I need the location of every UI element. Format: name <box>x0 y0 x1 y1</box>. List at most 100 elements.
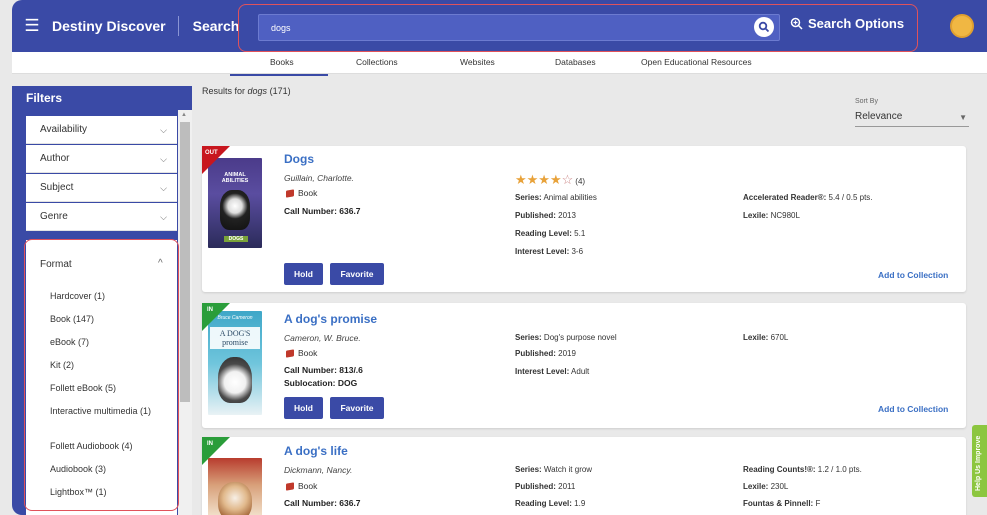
book-reading-level: Reading Level: 1.9 <box>515 499 585 508</box>
caret-down-icon: ▼ <box>959 113 967 122</box>
series-value[interactable]: Watch it grow <box>544 465 592 474</box>
book-icon <box>286 481 294 491</box>
ar-label: Accelerated Reader®: <box>743 193 827 202</box>
chevron-up-icon[interactable]: ^ <box>158 258 163 269</box>
published-label: Published: <box>515 211 556 220</box>
search-icon[interactable] <box>754 17 774 37</box>
format-option-interactive-multimedia[interactable]: Interactive multimedia (1) <box>50 406 160 417</box>
search-input[interactable]: dogs <box>258 14 780 41</box>
hold-button[interactable]: Hold <box>284 397 323 419</box>
book-icon <box>286 188 294 198</box>
series-label: Series: <box>515 333 542 342</box>
book-published: Published: 2019 <box>515 349 576 358</box>
book-reading-counts: Reading Counts!®: 1.2 / 1.0 pts. <box>743 465 862 474</box>
tab-websites[interactable]: Websites <box>460 57 495 67</box>
filter-subject[interactable]: Subject ⌵ <box>26 174 177 202</box>
format-option-hardcover[interactable]: Hardcover (1) <box>50 291 160 302</box>
dog-illustration <box>218 482 252 515</box>
hold-button[interactable]: Hold <box>284 263 323 285</box>
book-accelerated-reader: Accelerated Reader®: 5.4 / 0.5 pts. <box>743 193 873 202</box>
format-label: Book <box>298 348 318 358</box>
rating-count: (4) <box>575 177 586 186</box>
help-tab-label: Help Us Improve <box>975 435 982 491</box>
book-cover-image[interactable] <box>208 458 262 515</box>
lexile-label: Lexile: <box>743 482 769 491</box>
lexile-label: Lexile: <box>743 211 769 220</box>
book-format: Book <box>286 348 317 358</box>
search-options-button[interactable]: Search Options <box>790 16 904 31</box>
lexile-value: NC980L <box>770 211 800 220</box>
help-us-improve-tab[interactable]: Help Us Improve <box>972 425 987 497</box>
filter-label: Genre <box>40 211 68 222</box>
format-option-follett-ebook[interactable]: Follett eBook (5) <box>50 383 160 394</box>
dog-illustration <box>220 190 250 230</box>
book-title-link[interactable]: A dog's promise <box>284 312 377 326</box>
book-author[interactable]: Dickmann, Nancy. <box>284 465 352 475</box>
format-label: Book <box>298 188 318 198</box>
book-fountas-pinnell: Fountas & Pinnell: F <box>743 499 820 508</box>
add-to-collection-link[interactable]: Add to Collection <box>878 270 948 280</box>
published-label: Published: <box>515 349 556 358</box>
book-icon <box>286 348 294 358</box>
format-option-ebook[interactable]: eBook (7) <box>50 337 160 348</box>
results-count: (171) <box>269 86 291 96</box>
series-value[interactable]: Dog's purpose novel <box>544 333 617 342</box>
series-value[interactable]: Animal abilities <box>543 193 596 202</box>
tab-collections[interactable]: Collections <box>356 57 398 67</box>
interest-level-value: 3-6 <box>571 247 584 256</box>
results-prefix: Results for <box>202 86 246 96</box>
star-rating: ★★★★☆ (4) <box>515 172 586 187</box>
format-option-book[interactable]: Book (147) <box>50 314 160 325</box>
book-lexile: Lexile: NC980L <box>743 211 800 220</box>
book-author[interactable]: Guillain, Charlotte. <box>284 173 354 183</box>
zoom-search-icon <box>790 17 803 30</box>
filter-availability[interactable]: Availability ⌵ <box>26 116 177 144</box>
reading-level-value: 1.9 <box>574 499 586 508</box>
call-number: Call Number: 636.7 <box>284 498 361 508</box>
tab-books[interactable]: Books <box>270 57 294 67</box>
tab-bar: Books Collections Websites Databases Ope… <box>12 52 987 74</box>
published-label: Published: <box>515 482 556 491</box>
format-filter-header[interactable]: Format <box>40 259 72 270</box>
format-option-lightbox[interactable]: Lightbox™ (1) <box>50 487 160 498</box>
active-tab-indicator <box>230 74 328 76</box>
status-badge: OUT <box>205 150 218 156</box>
format-option-audiobook[interactable]: Audiobook (3) <box>50 464 160 475</box>
published-value: 2013 <box>558 211 576 220</box>
filter-genre[interactable]: Genre ⌵ <box>26 203 177 231</box>
brand-title[interactable]: Destiny Discover <box>52 16 179 36</box>
book-reading-level: Reading Level: 5.1 <box>515 229 585 238</box>
book-title-link[interactable]: A dog's life <box>284 444 348 458</box>
search-nav-link[interactable]: Search <box>193 18 240 34</box>
favorite-button[interactable]: Favorite <box>330 263 384 285</box>
format-label: Book <box>298 481 318 491</box>
format-option-kit[interactable]: Kit (2) <box>50 360 160 371</box>
book-author[interactable]: Cameron, W. Bruce. <box>284 333 361 343</box>
filter-label: Subject <box>40 182 74 193</box>
add-to-collection-link[interactable]: Add to Collection <box>878 404 948 414</box>
series-label: Series: <box>515 465 542 474</box>
filters-title: Filters <box>26 91 63 105</box>
sort-by-select[interactable]: Relevance ▼ <box>855 111 969 127</box>
chevron-down-icon: ⌵ <box>160 154 167 164</box>
scroll-up-icon[interactable]: ▲ <box>181 112 187 118</box>
book-format: Book <box>286 188 317 198</box>
sidebar-scroll-thumb[interactable] <box>180 122 190 402</box>
menu-icon[interactable]: ☰ <box>12 0 52 52</box>
favorite-button[interactable]: Favorite <box>330 397 384 419</box>
sort-by-value: Relevance <box>855 111 903 122</box>
interest-level-label: Interest Level: <box>515 247 570 256</box>
published-value: 2019 <box>558 349 576 358</box>
status-badge: IN <box>207 441 213 447</box>
sublocation: Sublocation: DOG <box>284 378 358 388</box>
user-avatar[interactable] <box>950 14 974 38</box>
book-series: Series: Watch it grow <box>515 465 592 474</box>
chevron-down-icon: ⌵ <box>160 183 167 193</box>
tab-open-educational-resources[interactable]: Open Educational Resources <box>641 57 752 67</box>
tab-databases[interactable]: Databases <box>555 57 596 67</box>
interest-level-label: Interest Level: <box>515 367 570 376</box>
format-option-follett-audiobook[interactable]: Follett Audiobook (4) <box>50 441 160 452</box>
filter-author[interactable]: Author ⌵ <box>26 145 177 173</box>
call-number: Call Number: 636.7 <box>284 206 361 216</box>
book-title-link[interactable]: Dogs <box>284 152 314 166</box>
